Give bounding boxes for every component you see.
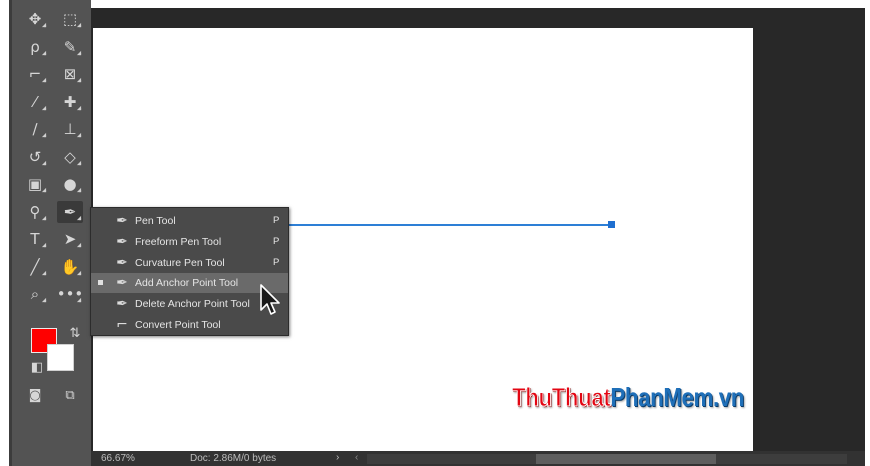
mouse-pointer-icon [260, 284, 280, 315]
flyout-indicator-icon [76, 242, 82, 248]
flyout-item[interactable]: ✒ Freeform Pen Tool P [91, 232, 288, 252]
flyout-indicator-icon [76, 77, 82, 83]
flyout-indicator-icon [76, 50, 82, 55]
flyout-indicator-icon [41, 132, 47, 138]
flyout-item[interactable]: ✒ Pen Tool P [91, 211, 288, 231]
eyedropper-tool-icon[interactable]: ⁄ [22, 91, 48, 113]
add-anchor-point-icon: ✒ [116, 275, 128, 292]
top-margin [91, 0, 865, 8]
eraser-tool-icon[interactable]: ◇ [57, 146, 83, 168]
flyout-indicator-icon [41, 77, 47, 83]
pasteboard-right [753, 8, 865, 458]
flyout-indicator-icon [41, 270, 47, 275]
flyout-indicator-icon [41, 105, 47, 110]
flyout-indicator-icon [76, 22, 82, 28]
shortcut-key: P [273, 256, 280, 268]
flyout-indicator-icon [76, 132, 82, 138]
watermark-part-2: PhanMem.vn [610, 382, 745, 412]
blur-tool-icon[interactable]: ● [57, 173, 83, 195]
status-menu-arrow-icon[interactable]: › [336, 452, 339, 463]
flyout-item-label: Convert Point Tool [135, 319, 221, 331]
window-edge [865, 0, 870, 466]
shortcut-key: P [273, 215, 280, 226]
flyout-item-label: Curvature Pen Tool [135, 256, 225, 269]
history-brush-tool-icon[interactable]: ↺ [22, 146, 48, 168]
flyout-item-label: Freeform Pen Tool [135, 235, 222, 248]
pen-icon: ✒ [116, 213, 128, 229]
crop-tool-icon[interactable]: ⌐ [22, 63, 48, 85]
marquee-tool-icon[interactable]: ⬚ [57, 8, 83, 30]
curvature-pen-icon: ✒ [116, 254, 128, 271]
scroll-left-arrow-icon[interactable]: ‹ [355, 452, 358, 463]
flyout-indicator-icon [41, 22, 47, 28]
flyout-indicator-icon [41, 242, 47, 248]
delete-anchor-point-icon: ✒ [116, 296, 128, 313]
flyout-indicator-icon [41, 187, 47, 193]
flyout-indicator-icon [41, 160, 47, 165]
flyout-indicator-icon [41, 297, 47, 303]
hand-tool-icon[interactable]: ✋ [57, 256, 83, 278]
quick-mask-icon[interactable]: ◙ [22, 384, 48, 406]
scrollbar-thumb[interactable] [536, 454, 716, 464]
flyout-indicator-icon [41, 215, 47, 220]
flyout-indicator-icon [76, 160, 82, 165]
type-tool-icon[interactable]: T [22, 228, 48, 250]
flyout-item-label: Delete Anchor Point Tool [135, 298, 250, 311]
frame-tool-icon[interactable]: ⊠ [57, 63, 83, 85]
default-colors-icon[interactable]: ◧ [24, 356, 50, 378]
flyout-indicator-icon [76, 297, 82, 303]
zoom-tool-icon[interactable]: ⌕ [22, 283, 48, 305]
background-color-swatch[interactable] [47, 344, 74, 371]
document-info[interactable]: Doc: 2.86M/0 bytes [190, 453, 276, 464]
tools-panel-edge [9, 0, 12, 466]
flyout-item[interactable]: ✒ Curvature Pen Tool P [91, 253, 288, 273]
more-tools-icon[interactable]: ••• [57, 283, 84, 305]
watermark-part-1: ThuThuat [512, 382, 612, 413]
clone-stamp-tool-icon[interactable]: ⊥ [57, 118, 83, 140]
watermark-logo: ThuThuatPhanMem.vn [512, 382, 745, 413]
flyout-item[interactable]: ⌐ Convert Point Tool [91, 315, 288, 335]
brush-tool-icon[interactable]: ∕ [22, 118, 48, 140]
gradient-tool-icon[interactable]: ▣ [22, 173, 48, 195]
photoshop-window: 66.67% Doc: 2.86M/0 bytes › ‹ ThuThuatPh… [0, 0, 870, 466]
dodge-tool-icon[interactable]: ⚲ [22, 201, 48, 223]
zoom-level-field[interactable]: 66.67% [101, 453, 135, 464]
healing-brush-tool-icon[interactable]: ✚ [57, 91, 83, 113]
screen-mode-icon[interactable]: ⧉ [57, 384, 83, 406]
flyout-indicator-icon [76, 105, 82, 110]
freeform-pen-icon: ✒ [116, 233, 128, 250]
shortcut-key: P [273, 235, 280, 247]
lasso-tool-icon[interactable]: ρ [22, 36, 48, 58]
status-bar: 66.67% Doc: 2.86M/0 bytes › ‹ [91, 451, 865, 466]
swap-colors-icon[interactable]: ⇅ [62, 322, 88, 344]
quick-select-tool-icon[interactable]: ✎ [57, 36, 83, 58]
selected-marker-icon [98, 280, 103, 286]
convert-point-icon: ⌐ [116, 317, 128, 333]
move-tool-icon[interactable]: ✥ [22, 8, 48, 30]
path-segment[interactable] [288, 224, 612, 226]
pen-tool-icon[interactable]: ✒ [57, 200, 83, 223]
flyout-item-label: Pen Tool [135, 215, 176, 227]
flyout-indicator-icon [41, 50, 47, 55]
flyout-item-label: Add Anchor Point Tool [135, 277, 239, 290]
line-tool-icon[interactable]: ╱ [22, 256, 48, 278]
path-selection-tool-icon[interactable]: ➤ [57, 228, 83, 250]
anchor-point[interactable] [608, 221, 615, 228]
flyout-indicator-icon [76, 215, 82, 220]
flyout-indicator-icon [76, 270, 82, 275]
flyout-indicator-icon [76, 187, 82, 193]
